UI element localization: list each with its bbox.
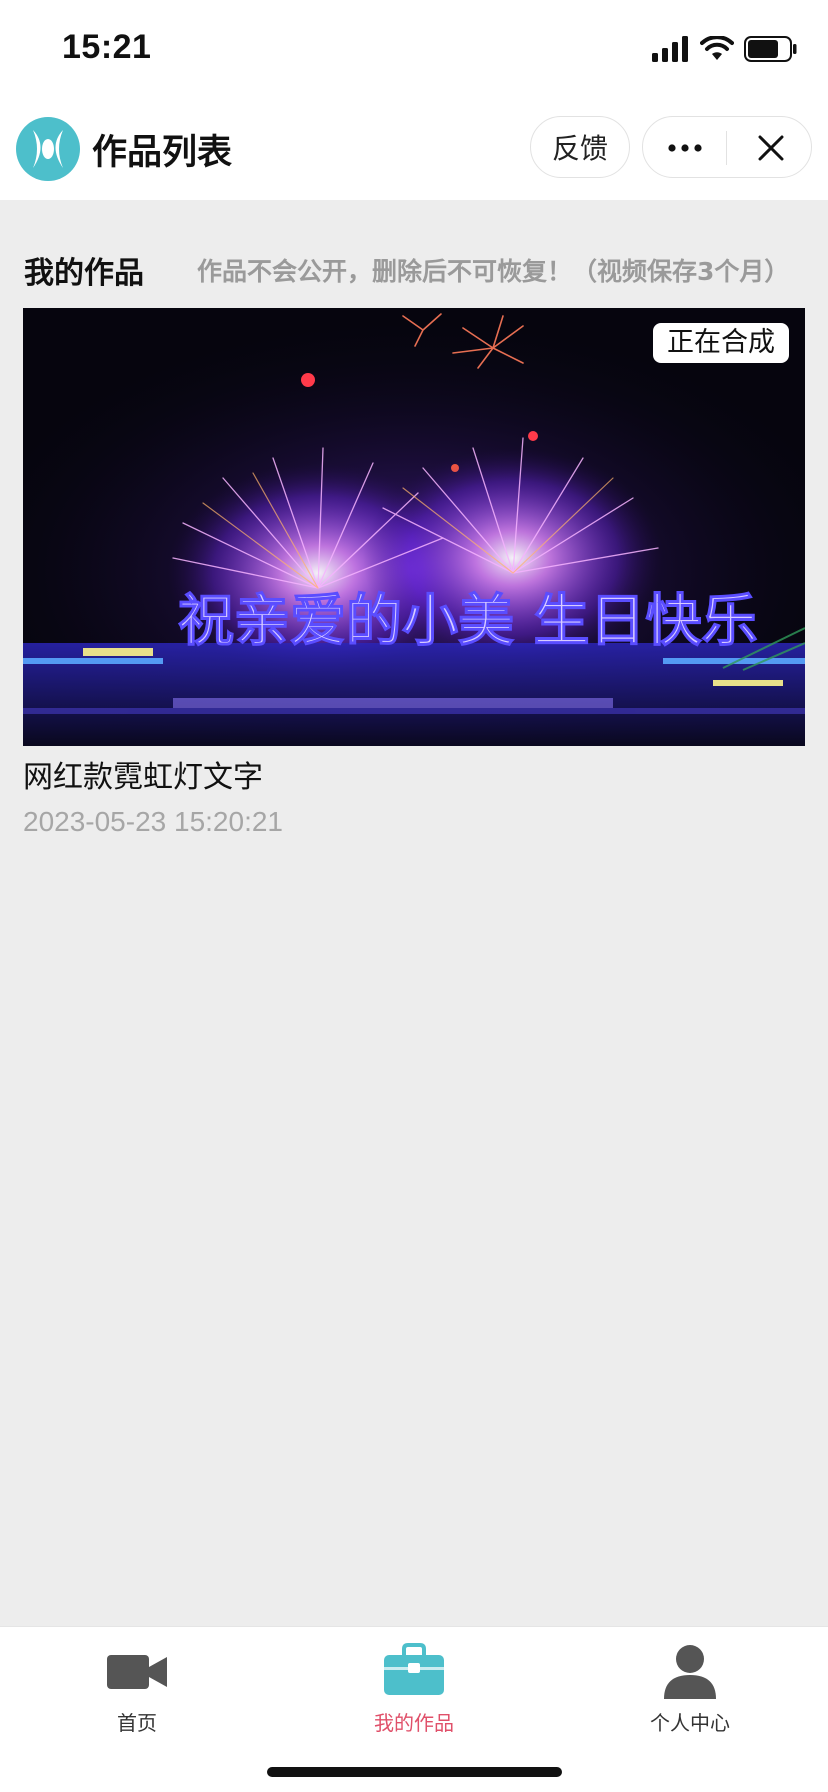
capsule-divider [726,131,727,165]
miniprogram-capsule [642,116,812,178]
status-icons [652,34,798,64]
thumbnail-neon-text: 祝亲爱的小美 生日快乐 [178,589,758,654]
briefcase-icon [384,1643,444,1695]
close-icon [758,135,783,161]
fireworks-thumbnail-image: 祝亲爱的小美 生日快乐 [23,308,805,746]
wifi-icon [700,36,734,60]
feedback-button[interactable]: 反馈 [530,116,630,178]
more-button[interactable] [643,117,726,179]
section-title: 我的作品 [24,256,144,291]
tab-my-works[interactable]: 我的作品 [314,1641,514,1741]
close-button[interactable] [728,117,813,179]
nav-bar: 作品列表 反馈 [0,100,828,200]
tab-profile[interactable]: 个人中心 [590,1641,790,1741]
cellular-signal-icon [652,36,688,62]
user-icon [664,1645,716,1699]
battery-icon [744,36,797,62]
home-indicator [267,1767,562,1777]
status-time: 15:21 [62,28,152,66]
work-date: 2023-05-23 15:20:21 [23,806,283,837]
section-header: 我的作品 作品不会公开，删除后不可恢复！（视频保存3个月） [24,248,814,291]
more-dots-icon [667,144,702,152]
tab-profile-label: 个人中心 [650,1711,730,1735]
tab-home[interactable]: 首页 [37,1641,237,1741]
page-title: 作品列表 [92,133,233,173]
tab-bar: 首页 我的作品 个人中心 [0,1626,828,1792]
status-badge: 正在合成 [653,323,789,363]
tab-home-label: 首页 [117,1711,157,1735]
section-note: 作品不会公开，删除后不可恢复！（视频保存3个月） [197,257,790,286]
status-bar: 15:21 [0,0,828,100]
work-card[interactable]: 祝亲爱的小美 生日快乐 正在合成 网红款霓虹灯文字 2023-05-23 15:… [23,308,805,837]
tab-my-works-label: 我的作品 [374,1711,454,1735]
app-logo-icon [16,117,80,181]
work-title[interactable]: 网红款霓虹灯文字 [23,752,263,796]
work-thumbnail[interactable]: 祝亲爱的小美 生日快乐 正在合成 [23,308,805,746]
video-camera-icon [107,1655,167,1689]
